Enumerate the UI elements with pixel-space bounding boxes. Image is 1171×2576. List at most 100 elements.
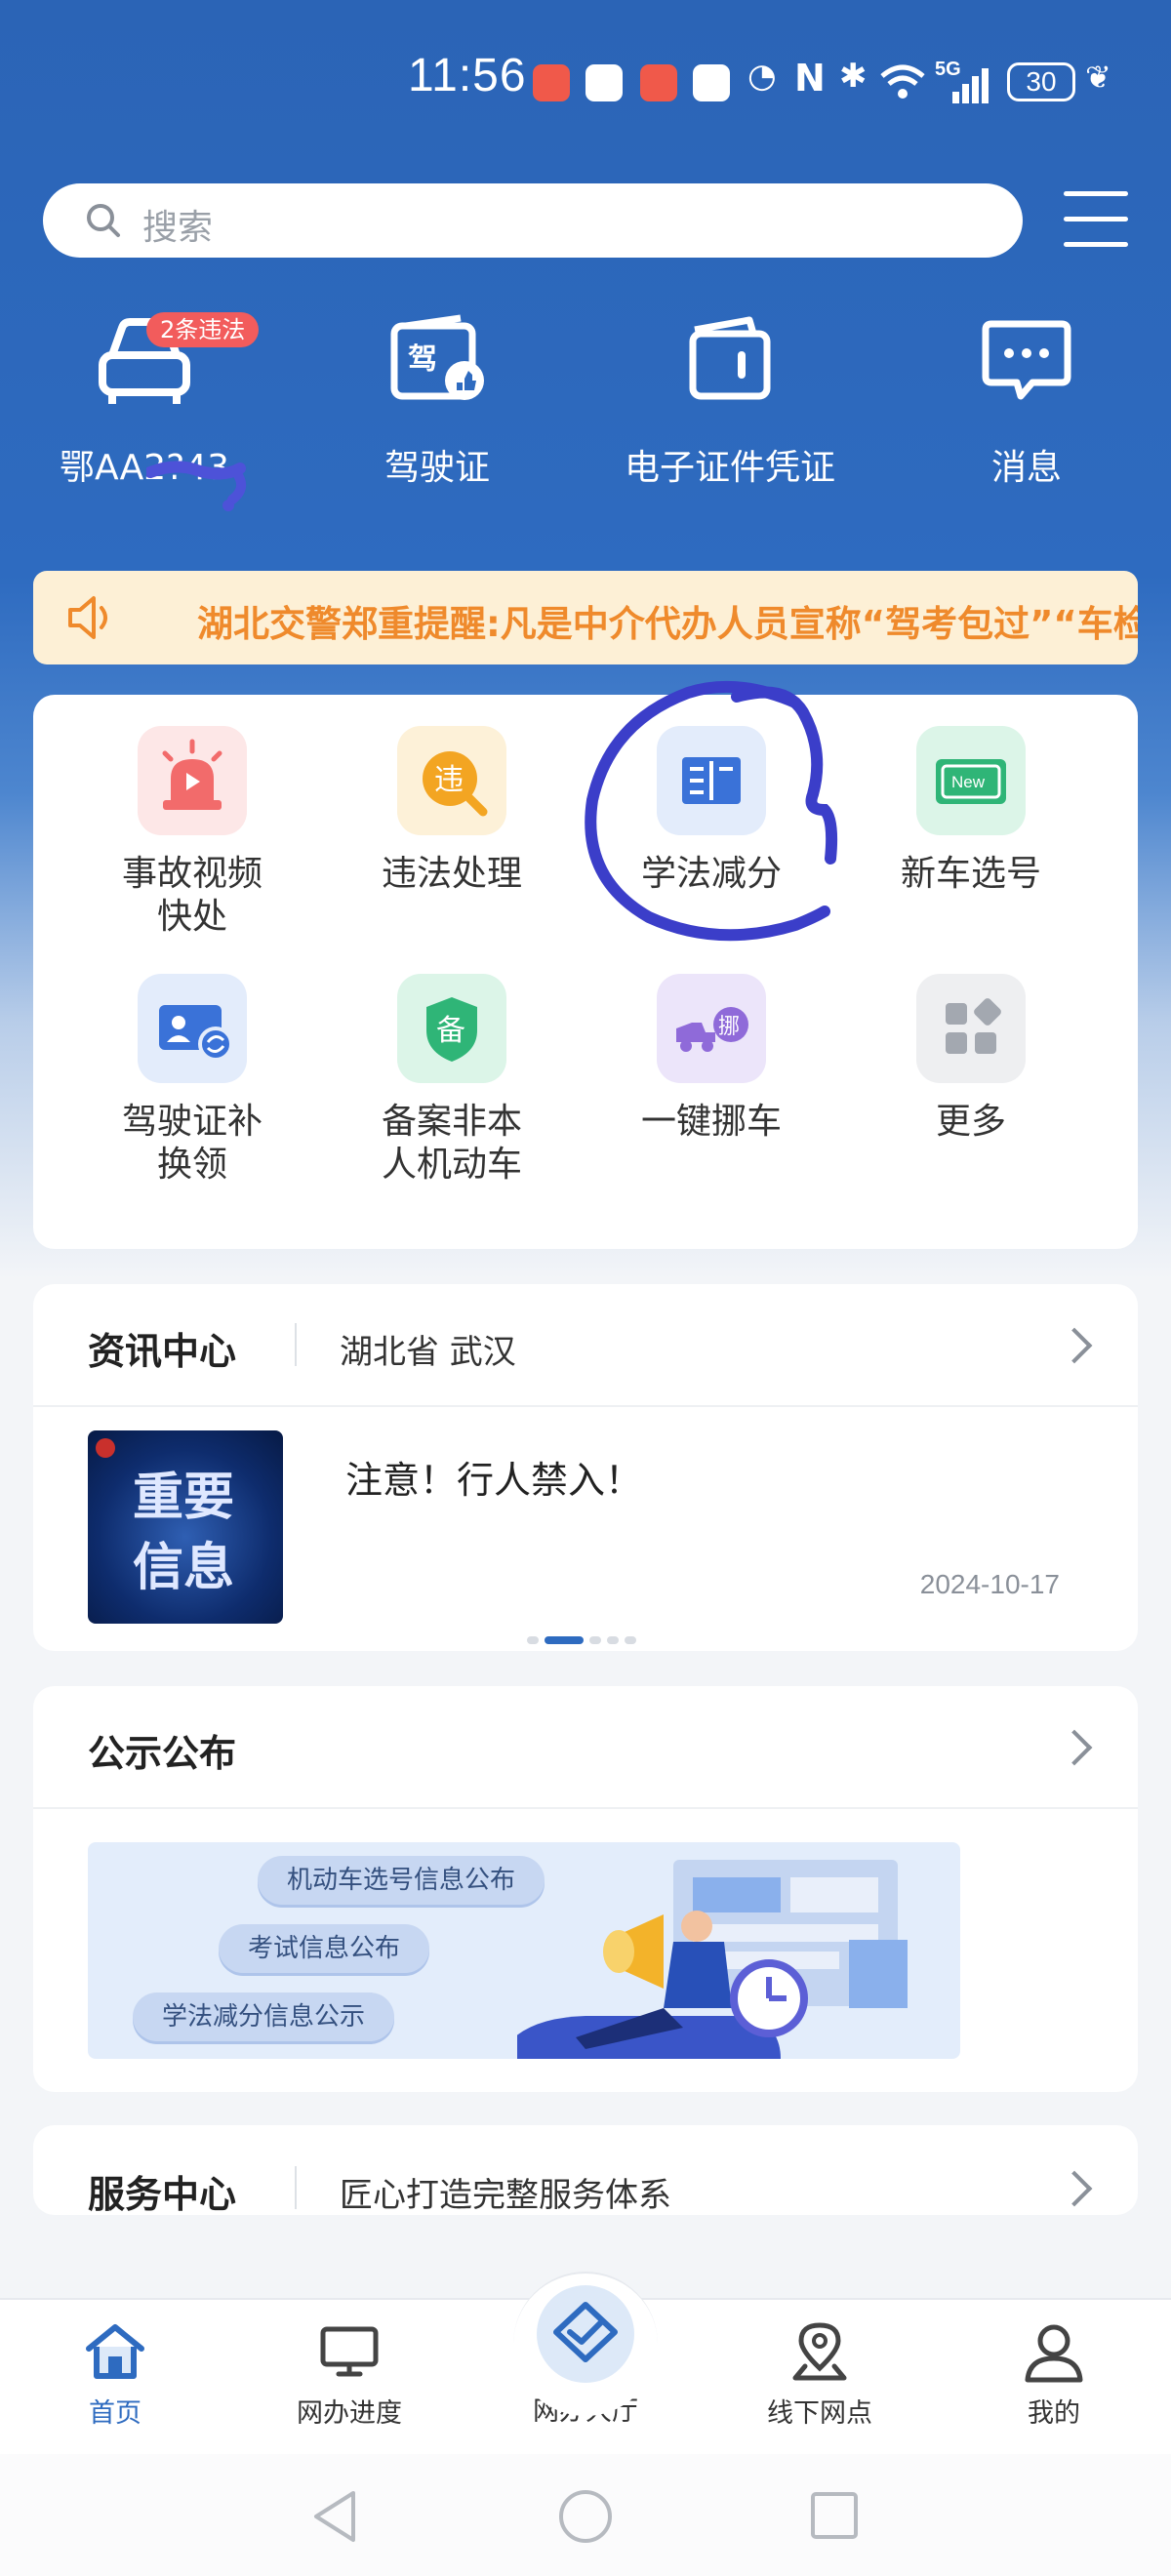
nav-hall-button[interactable] xyxy=(537,2285,634,2383)
location-icon xyxy=(792,2322,847,2381)
divider xyxy=(295,2166,297,2209)
shortcut-label: 电子证件凭证 xyxy=(624,448,835,488)
service-label: 事故视频 快处 xyxy=(121,854,262,937)
leaf-icon: ❦ xyxy=(1085,59,1111,96)
thumbnail-text: 重要 xyxy=(133,1468,235,1527)
megaphone-illustration xyxy=(517,1860,908,2059)
service-label: 违法处理 xyxy=(381,854,522,894)
thumbnail-text: 信息 xyxy=(133,1538,235,1597)
news-title: 资讯中心 xyxy=(88,1330,237,1373)
shortcut-drivers-license[interactable]: 驾 驾驶证 xyxy=(320,312,554,507)
hall-icon xyxy=(553,2302,618,2362)
redaction-scribble xyxy=(146,461,247,511)
app-notification-icon xyxy=(693,64,730,101)
app-notification-icon xyxy=(586,64,623,101)
clock-icon: ◔ xyxy=(747,57,777,96)
home-circle-icon[interactable] xyxy=(556,2487,615,2546)
shortcut-e-certificate[interactable]: 电子证件凭证 xyxy=(613,312,847,507)
nav-label: 线下网点 xyxy=(767,2398,872,2429)
police-emblem-icon xyxy=(96,1438,115,1458)
svg-text:挪: 挪 xyxy=(718,1015,740,1039)
nav-home[interactable]: 首页 xyxy=(18,2317,213,2430)
service-label: 备案非本 人机动车 xyxy=(381,1102,522,1185)
new-plate-icon: New xyxy=(916,726,1026,835)
svg-text:违: 违 xyxy=(434,763,464,797)
menu-button[interactable] xyxy=(1064,191,1128,248)
news-thumbnail[interactable]: 重要 信息 xyxy=(88,1430,283,1624)
public-pill[interactable]: 学法减分信息公示 xyxy=(133,1992,395,2041)
news-region[interactable]: 湖北省 武汉 xyxy=(340,1325,516,1373)
service-more[interactable]: 更多 xyxy=(844,974,1098,1144)
svg-text:备: 备 xyxy=(436,1014,465,1048)
service-violation[interactable]: 违 违法处理 xyxy=(325,726,579,896)
notice-text: 湖北交警郑重提醒:凡是中介代办人员宣称“驾考包过”“车检 xyxy=(197,603,1138,645)
search-icon xyxy=(87,204,120,237)
service-center-title: 服务中心 xyxy=(88,2173,237,2215)
status-bar: 11:56 ◔ N ✱ 5G 30 ❦ xyxy=(0,49,1171,127)
wifi-icon xyxy=(880,64,925,99)
service-license-renewal[interactable]: 驾驶证补 换领 xyxy=(65,974,319,1187)
violation-badge[interactable]: 2条违法 xyxy=(146,312,260,347)
app-notification-icon xyxy=(533,64,570,101)
chevron-right-icon[interactable] xyxy=(1056,1327,1093,1364)
monitor-icon xyxy=(320,2326,379,2377)
chevron-right-icon[interactable] xyxy=(1056,2170,1093,2207)
system-navigation xyxy=(0,2454,1171,2576)
nav-me[interactable]: 我的 xyxy=(956,2317,1151,2430)
svg-text:驾: 驾 xyxy=(408,342,437,377)
public-pill[interactable]: 考试信息公布 xyxy=(219,1924,430,1973)
service-accident-video[interactable]: 事故视频 快处 xyxy=(65,726,319,939)
back-icon[interactable] xyxy=(308,2487,363,2546)
battery-indicator: 30 xyxy=(1007,62,1075,101)
divider xyxy=(295,1323,297,1366)
service-label: 一键挪车 xyxy=(640,1102,782,1142)
message-icon xyxy=(982,320,1071,400)
signal-icon xyxy=(952,68,989,103)
shortcut-label: 消息 xyxy=(990,448,1062,488)
service-label: 更多 xyxy=(935,1102,1006,1142)
public-pill[interactable]: 机动车选号信息公布 xyxy=(258,1856,545,1905)
search-placeholder: 搜索 xyxy=(142,208,214,248)
shield-icon: 备 xyxy=(397,974,506,1083)
service-center-subtitle: 匠心打造完整服务体系 xyxy=(340,2176,671,2215)
home-icon xyxy=(86,2324,144,2379)
alarm-icon xyxy=(138,726,247,835)
divider xyxy=(33,1807,1138,1809)
news-card: 资讯中心 湖北省 武汉 重要 信息 注意！行人禁入！ 2024-10-17 xyxy=(33,1284,1138,1651)
violation-icon: 违 xyxy=(397,726,506,835)
recent-apps-icon[interactable] xyxy=(808,2489,861,2542)
wallet-icon xyxy=(689,316,771,400)
license-icon: 驾 xyxy=(390,314,484,400)
notice-banner[interactable]: 湖北交警郑重提醒:凡是中介代办人员宣称“驾考包过”“车检 xyxy=(33,571,1138,664)
news-item-title[interactable]: 注意！行人禁入！ xyxy=(345,1450,642,1504)
app-notification-icon xyxy=(640,64,677,101)
carousel-indicator xyxy=(527,1630,642,1644)
divider xyxy=(33,1405,1138,1407)
status-time: 11:56 xyxy=(408,50,527,101)
user-icon xyxy=(1025,2324,1083,2383)
svg-text:New: New xyxy=(951,773,986,791)
public-title: 公示公布 xyxy=(88,1732,237,1775)
news-item-date: 2024-10-17 xyxy=(919,1569,1060,1599)
tow-truck-icon: 挪 xyxy=(657,974,766,1083)
nfc-icon: N xyxy=(794,57,826,100)
service-move-car[interactable]: 挪 一键挪车 xyxy=(585,974,838,1144)
public-banner[interactable]: 机动车选号信息公布 考试信息公布 学法减分信息公示 xyxy=(88,1842,960,2059)
search-input[interactable]: 搜索 xyxy=(43,183,1023,258)
nav-label: 我的 xyxy=(1028,2398,1080,2429)
grid-icon xyxy=(916,974,1026,1083)
chevron-right-icon[interactable] xyxy=(1056,1729,1093,1766)
service-label: 驾驶证补 换领 xyxy=(121,1102,262,1185)
bluetooth-icon: ✱ xyxy=(839,57,868,96)
nav-progress[interactable]: 网办进度 xyxy=(252,2317,447,2430)
nav-offline-points[interactable]: 线下网点 xyxy=(722,2317,917,2430)
shortcut-messages[interactable]: 消息 xyxy=(909,312,1144,507)
public-card: 公示公布 机动车选号信息公布 考试信息公布 学法减分信息公示 xyxy=(33,1686,1138,2092)
service-center-card: 服务中心 匠心打造完整服务体系 xyxy=(33,2125,1138,2215)
shortcut-label: 驾驶证 xyxy=(384,448,490,488)
id-card-icon xyxy=(138,974,247,1083)
service-vehicle-record[interactable]: 备 备案非本 人机动车 xyxy=(325,974,579,1187)
annotation-circle xyxy=(585,680,838,942)
speaker-icon xyxy=(68,596,107,639)
nav-label: 网办进度 xyxy=(297,2398,402,2429)
